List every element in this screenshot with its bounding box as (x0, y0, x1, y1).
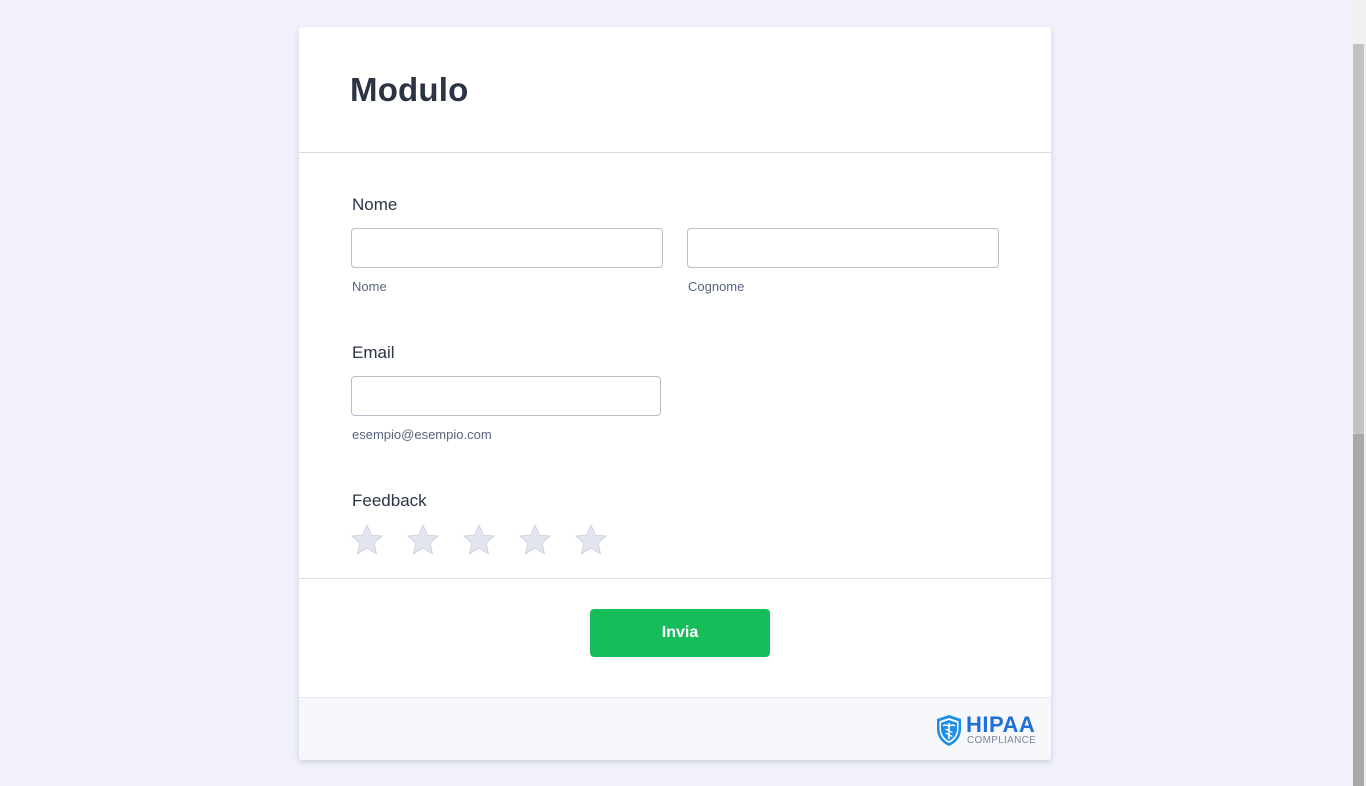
name-field-label: Nome (352, 195, 398, 214)
email-input[interactable] (351, 376, 661, 416)
form-header: Modulo (299, 27, 1051, 153)
star-icon[interactable] (518, 523, 552, 557)
scrollbar-track[interactable] (1353, 434, 1364, 786)
last-name-input[interactable] (687, 228, 999, 268)
star-icon[interactable] (462, 523, 496, 557)
scrollbar-thumb[interactable] (1353, 44, 1364, 434)
star-rating (350, 523, 620, 557)
email-sublabel: esempio@esempio.com (352, 427, 492, 442)
star-icon[interactable] (350, 523, 384, 557)
last-name-sublabel: Cognome (688, 279, 745, 294)
feedback-field-label: Feedback (352, 491, 427, 510)
email-field-label: Email (352, 343, 395, 362)
hipaa-badge-subtitle: COMPLIANCE (967, 735, 1037, 746)
first-name-sublabel: Nome (352, 279, 387, 294)
section-divider (299, 578, 1051, 579)
hipaa-badge[interactable]: HIPAA COMPLIANCE (935, 712, 1037, 749)
star-icon[interactable] (406, 523, 440, 557)
hipaa-badge-title: HIPAA (966, 712, 1036, 737)
first-name-input[interactable] (351, 228, 663, 268)
form-footer: HIPAA COMPLIANCE (299, 697, 1051, 760)
submit-button[interactable]: Invia (590, 609, 770, 657)
star-icon[interactable] (574, 523, 608, 557)
page-scrollbar[interactable] (1351, 0, 1366, 786)
form-card: Modulo Nome Nome Cognome Email esempio@e… (299, 27, 1051, 760)
form-title: Modulo (350, 71, 469, 108)
shield-caduceus-icon (937, 715, 961, 746)
page: Modulo Nome Nome Cognome Email esempio@e… (0, 0, 1366, 786)
